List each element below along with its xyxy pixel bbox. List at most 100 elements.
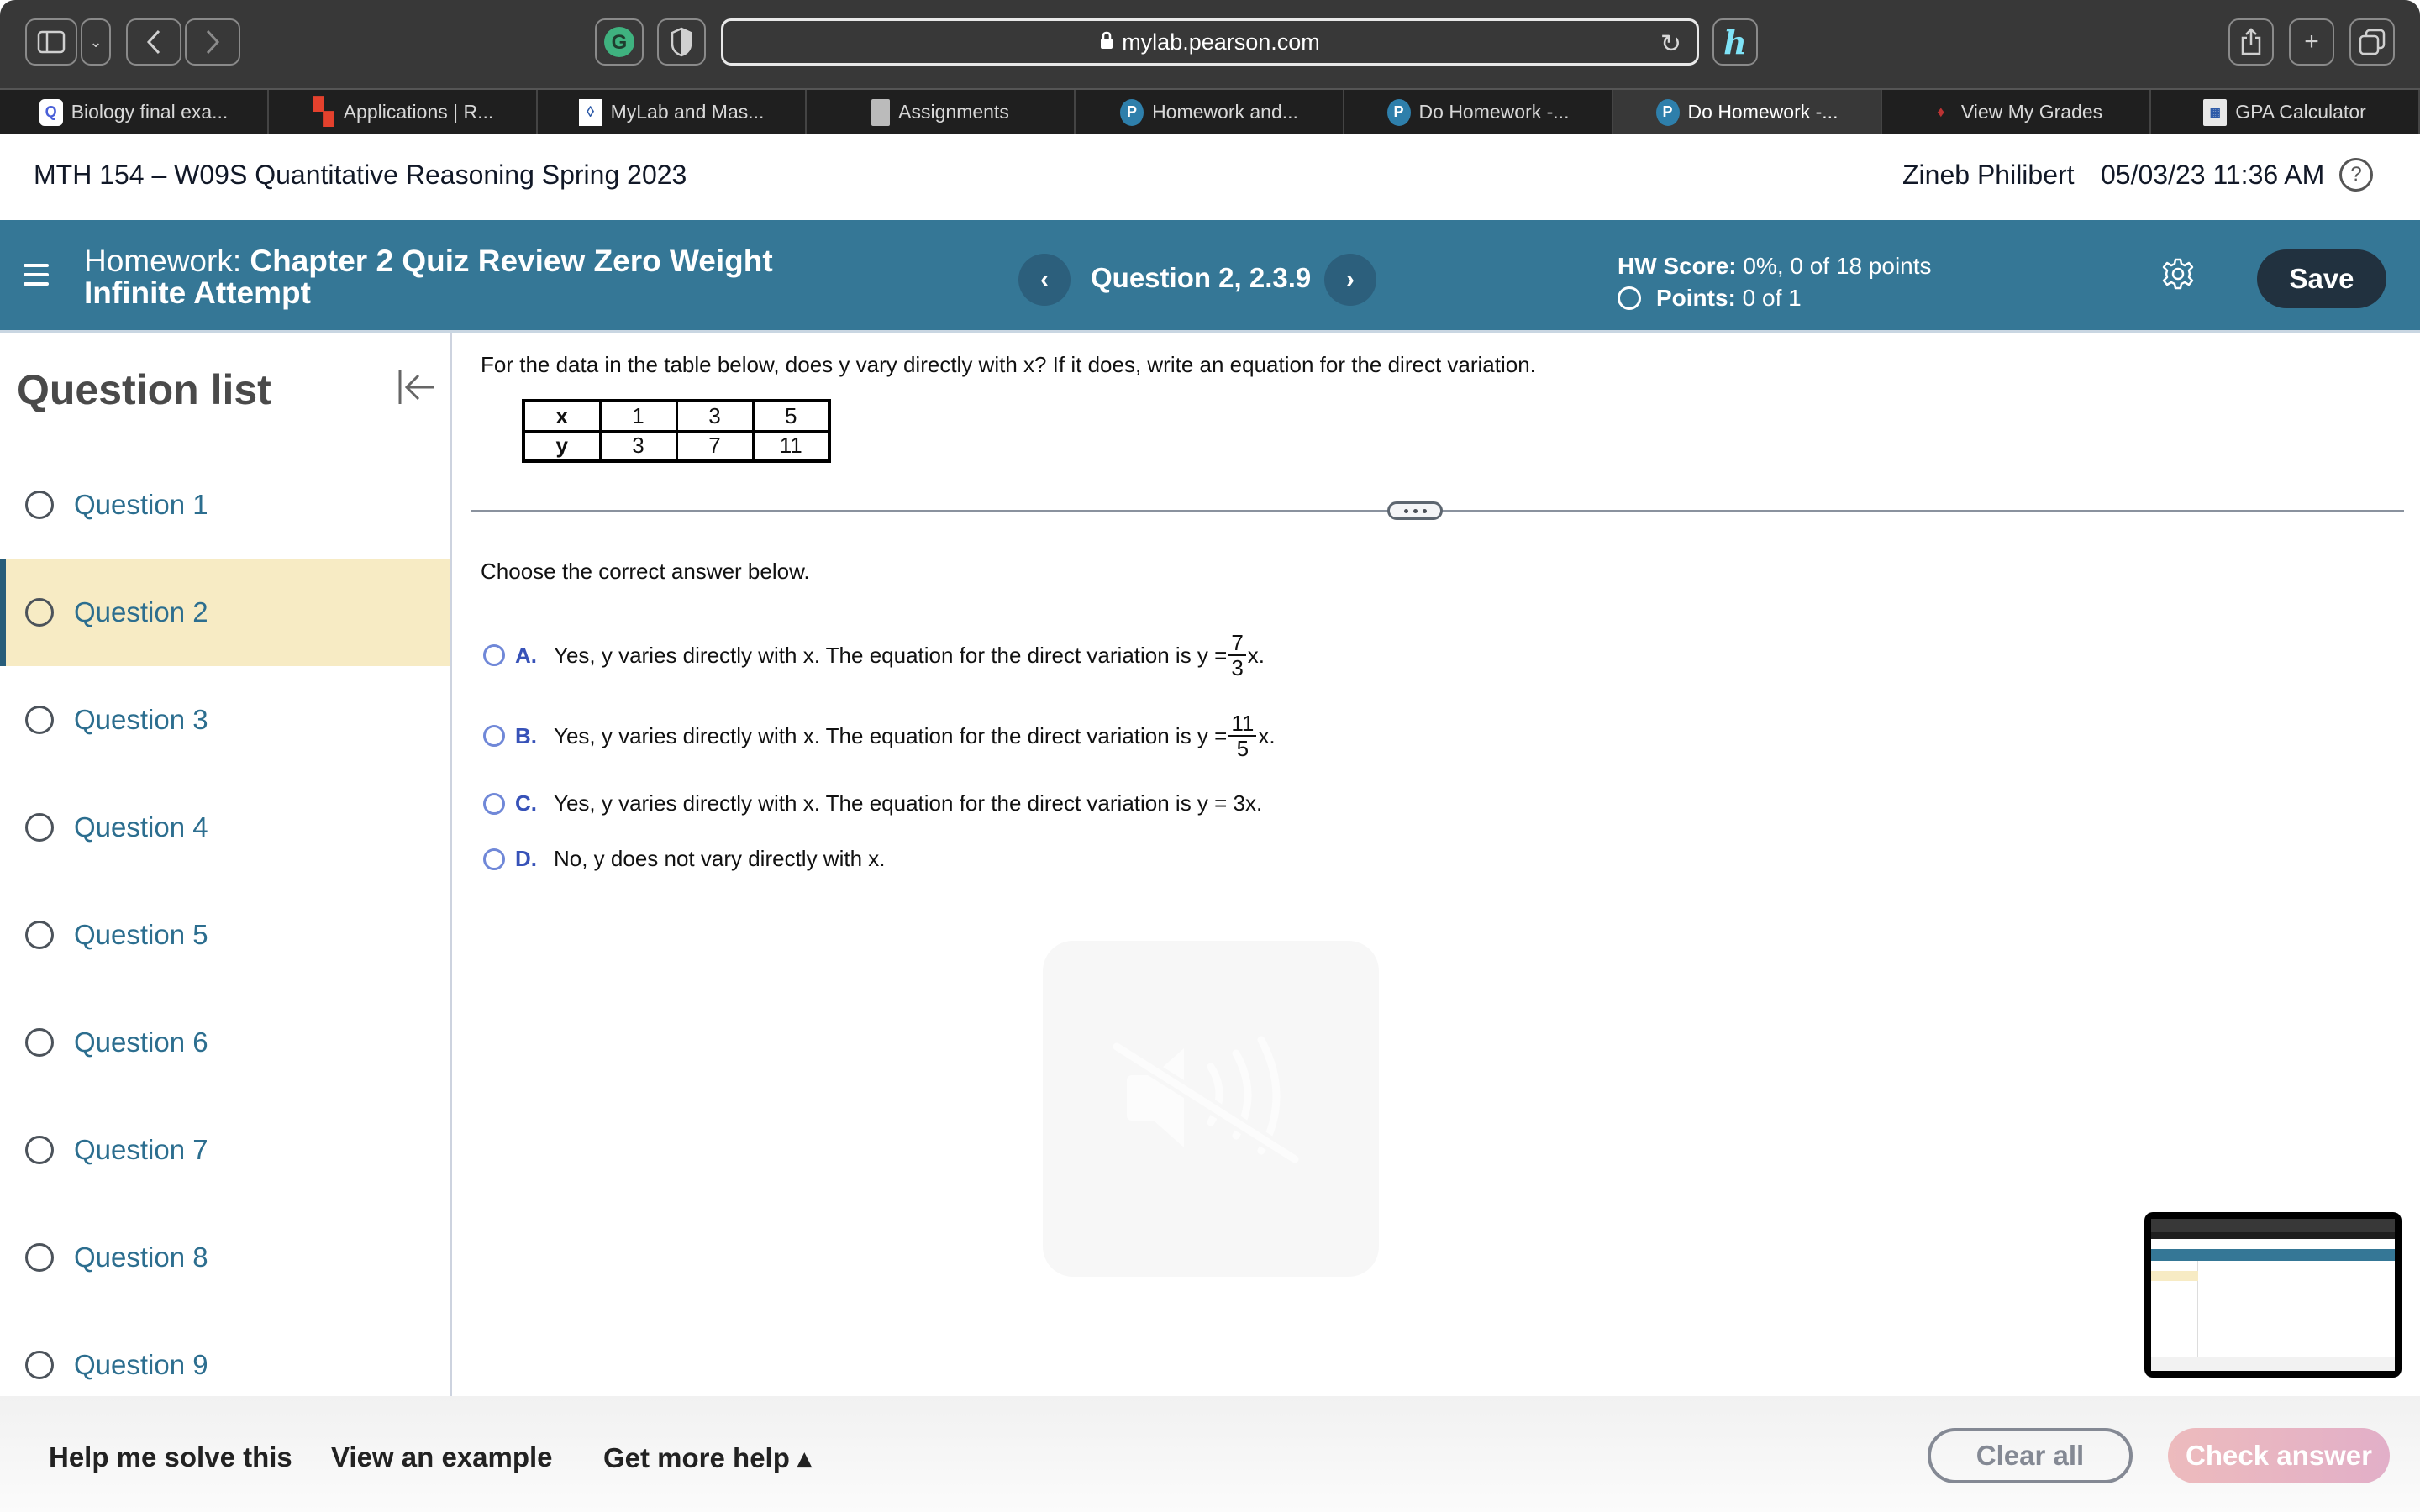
table-cell: 11 — [751, 429, 831, 463]
red-logo-icon: ▚ — [313, 98, 334, 126]
quizlet-icon: Q — [39, 98, 63, 126]
privacy-extension-button[interactable] — [657, 18, 706, 66]
honey-icon: h — [1723, 23, 1747, 61]
tab-label: GPA Calculator — [2235, 101, 2366, 123]
help-footer: Help me solve this View an example Get m… — [0, 1396, 2420, 1512]
tab-label: View My Grades — [1960, 101, 2103, 123]
help-me-solve-link[interactable]: Help me solve this — [49, 1441, 292, 1473]
share-icon — [2241, 28, 2261, 55]
help-icon[interactable]: ? — [2339, 158, 2373, 192]
screenshot-thumbnail[interactable] — [2144, 1212, 2402, 1378]
question-list-item[interactable]: Question 4 — [0, 774, 450, 881]
browser-toolbar: ⌄ G mylab.pearson.com ↻ h + — [0, 0, 2420, 88]
grammarly-icon: G — [604, 27, 634, 57]
current-datetime: 05/03/23 11:36 AM — [2101, 160, 2325, 190]
thumbnail-preview — [2151, 1219, 2395, 1371]
browser-tab-active[interactable]: P Do Homework -... — [1613, 90, 1882, 134]
grammarly-extension-button[interactable]: G — [595, 18, 644, 66]
save-button[interactable]: Save — [2257, 249, 2386, 308]
question-list-item[interactable]: Question 8 — [0, 1204, 450, 1311]
tab-label: MyLab and Mas... — [610, 101, 765, 123]
table-cell: 3 — [675, 399, 755, 433]
question-item-label: Question 6 — [74, 1026, 208, 1058]
question-list-item[interactable]: Question 7 — [0, 1096, 450, 1204]
question-label: Question 2, 2.3.9 — [1091, 262, 1312, 293]
option-letter: D. — [515, 846, 537, 871]
question-list-title: Question list — [17, 366, 271, 413]
question-list-item[interactable]: Question 5 — [0, 881, 450, 989]
honey-extension-button[interactable]: h — [1712, 18, 1758, 66]
forward-button[interactable] — [185, 18, 240, 66]
question-list-item[interactable]: Question 6 — [0, 989, 450, 1096]
table-cell-header: y — [522, 429, 602, 463]
browser-tab[interactable]: Q Biology final exa... — [0, 90, 269, 134]
tab-group-dropdown[interactable]: ⌄ — [81, 18, 111, 66]
lock-icon — [1100, 29, 1113, 55]
browser-tab[interactable]: P Do Homework -... — [1344, 90, 1613, 134]
question-list-item-active[interactable]: Question 2 — [0, 559, 450, 666]
answer-option-d[interactable]: D. No, y does not vary directly with x. — [483, 846, 885, 872]
browser-tab[interactable]: ◊ MyLab and Mas... — [538, 90, 807, 134]
get-more-help-menu[interactable]: Get more help ▴ — [603, 1441, 812, 1474]
speaker-muted-icon — [1110, 1036, 1302, 1167]
question-list-item[interactable]: Question 1 — [0, 451, 450, 559]
radio-button[interactable] — [483, 725, 505, 747]
browser-tab[interactable]: P Homework and... — [1076, 90, 1344, 134]
question-list-item[interactable]: Question 3 — [0, 666, 450, 774]
new-tab-button[interactable]: + — [2289, 18, 2334, 66]
check-answer-button[interactable]: Check answer — [2168, 1428, 2390, 1483]
option-letter: A. — [515, 642, 537, 668]
unanswered-circle-icon — [25, 706, 54, 734]
hw-score-label: HW Score: — [1618, 253, 1737, 279]
radio-button[interactable] — [483, 848, 505, 870]
svg-text:G: G — [612, 31, 628, 54]
radio-button[interactable] — [483, 792, 505, 815]
back-button[interactable] — [126, 18, 182, 66]
homework-title: Homework: Chapter 2 Quiz Review Zero Wei… — [84, 245, 840, 309]
tabs-overview-icon — [2359, 29, 2386, 55]
answer-option-a[interactable]: A. Yes, y varies directly with x. The eq… — [483, 631, 1265, 680]
address-bar[interactable]: mylab.pearson.com ↻ — [721, 18, 1699, 66]
table-cell: 7 — [675, 429, 755, 463]
pearson-icon: P — [1386, 98, 1411, 126]
homework-label: Homework: — [84, 244, 242, 278]
question-list-sidebar: Question list Question 1 Question 2 Ques… — [0, 333, 452, 1396]
view-example-link[interactable]: View an example — [331, 1441, 553, 1473]
option-text: Yes, y varies directly with x. The equat… — [554, 790, 1263, 816]
homework-bar: Homework: Chapter 2 Quiz Review Zero Wei… — [0, 220, 2420, 333]
answer-option-b[interactable]: B. Yes, y varies directly with x. The eq… — [483, 711, 1276, 760]
share-button[interactable] — [2228, 18, 2274, 66]
sidebar-toggle-button[interactable] — [25, 18, 77, 66]
reload-icon[interactable]: ↻ — [1660, 29, 1681, 59]
divider-drag-handle[interactable] — [1387, 501, 1443, 520]
browser-tab[interactable]: ♦ View My Grades — [1882, 90, 2151, 134]
collapse-sidebar-button[interactable] — [395, 367, 435, 407]
browser-tab[interactable]: Assignments — [807, 90, 1076, 134]
option-text: No, y does not vary directly with x. — [554, 846, 886, 871]
table-row: x 1 3 5 — [522, 399, 831, 433]
next-question-button[interactable]: › — [1324, 254, 1376, 306]
document-icon — [871, 98, 891, 126]
menu-icon[interactable] — [24, 264, 49, 289]
radio-button[interactable] — [483, 644, 505, 666]
answer-option-c[interactable]: C. Yes, y varies directly with x. The eq… — [483, 790, 1262, 816]
unanswered-circle-icon — [25, 1351, 54, 1379]
browser-tab[interactable]: ▦ GPA Calculator — [2151, 90, 2420, 134]
back-arrow-icon — [146, 29, 160, 55]
collapse-left-icon — [398, 370, 434, 404]
pearson-icon: P — [1120, 98, 1144, 126]
question-item-label: Question 3 — [74, 704, 208, 735]
question-item-label: Question 1 — [74, 489, 208, 520]
option-suffix: x. — [1247, 642, 1265, 668]
previous-question-button[interactable]: ‹ — [1018, 254, 1071, 306]
unanswered-circle-icon — [25, 1243, 54, 1272]
chevron-right-icon: › — [1346, 265, 1355, 293]
browser-tab-bar: Q Biology final exa... ▚ Applications | R.… — [0, 88, 2420, 134]
tab-label: Do Homework -... — [1687, 101, 1839, 123]
score-panel: HW Score: 0%, 0 of 18 points Points: 0 o… — [1618, 250, 1932, 314]
settings-button[interactable] — [2161, 257, 2195, 291]
unanswered-circle-icon — [25, 491, 54, 519]
browser-tab[interactable]: ▚ Applications | R... — [269, 90, 538, 134]
tab-overview-button[interactable] — [2349, 18, 2395, 66]
clear-all-button[interactable]: Clear all — [1928, 1428, 2133, 1483]
